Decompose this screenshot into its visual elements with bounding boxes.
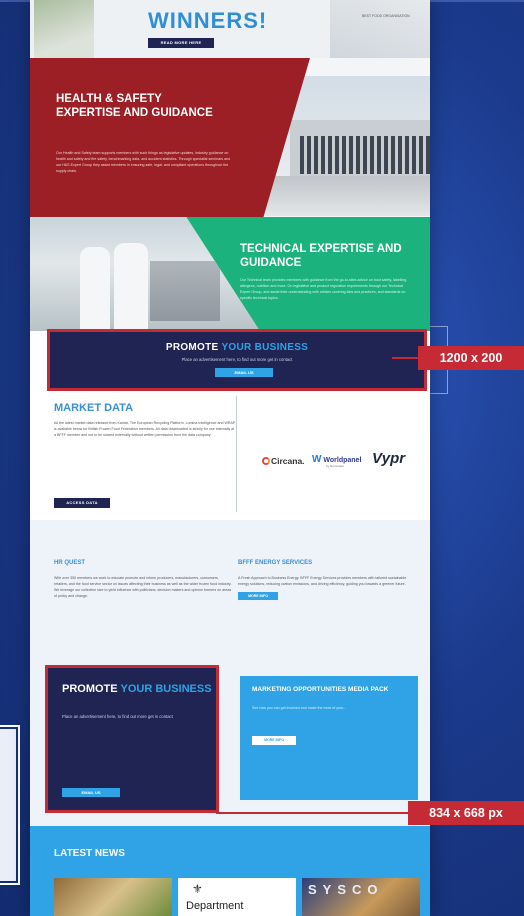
news-thumbnail-food[interactable] [54,878,172,916]
marketing-title: MARKETING OPPORTUNITIES MEDIA PACK [252,686,389,693]
hr-quest-title: HR QUEST [54,560,86,566]
promotions-section: PROMOTE YOUR BUSINESS Place an advertise… [30,638,430,826]
box-callout-line [216,812,410,814]
banner-size-callout: 1200 x 200 [418,346,524,370]
website-mockup: WINNERS! BEST FOOD ORGANISATION READ MOR… [30,0,430,916]
health-safety-title: HEALTH & SAFETY EXPERTISE AND GUIDANCE [56,93,213,119]
hero-image-left [34,0,94,58]
promote-banner-title: PROMOTE YOUR BUSINESS [165,342,309,353]
vypr-logo[interactable]: Vypr [372,450,405,467]
services-section: HR QUEST With over 350 members we work t… [30,520,430,638]
technical-section: TECHNICAL EXPERTISE AND GUIDANCE Our Tec… [30,217,430,331]
winners-hero: WINNERS! BEST FOOD ORGANISATION READ MOR… [30,0,430,58]
energy-services-title: BFFF ENERGY SERVICES [238,560,313,566]
hero-image-right [330,0,430,58]
partner-logos: Circana. W Worldpanel by Numerator Vypr [262,450,422,470]
promote-box-email-button[interactable]: EMAIL US [62,788,120,797]
marketing-body: See how you can get involved and make th… [252,706,347,710]
news-thumbnail-department[interactable]: ⚜ Department [178,878,296,916]
market-data-title: MARKET DATA [54,402,134,414]
promote-box-title: PROMOTE YOUR BUSINESS [62,683,212,695]
circana-logo[interactable]: Circana. [262,456,305,466]
energy-services-body: A Fresh Approach to Business Energy. BFF… [238,576,407,586]
worldpanel-logo[interactable]: W Worldpanel by Numerator [312,454,361,468]
market-data-body: All the latest market data released from… [54,421,236,437]
box-size-callout: 834 x 668 px [408,801,524,825]
promote-box-ad[interactable]: PROMOTE YOUR BUSINESS Place an advertise… [45,665,219,813]
marketing-more-info-button[interactable]: MORE INFO [252,736,296,745]
hero-caption: BEST FOOD ORGANISATION [362,14,410,18]
winners-heading: WINNERS! [148,8,268,33]
latest-news-title: LATEST NEWS [54,848,125,859]
marketing-opportunities-card[interactable]: MARKETING OPPORTUNITIES MEDIA PACK See h… [240,676,418,800]
email-us-button[interactable]: EMAIL US [215,368,273,377]
health-safety-section: HEALTH & SAFETY EXPERTISE AND GUIDANCE O… [30,58,430,222]
promote-banner-subtitle: Place an advertisement here, to find out… [181,357,293,362]
technical-title: TECHNICAL EXPERTISE AND GUIDANCE [240,243,402,269]
market-data-section: MARKET DATA All the latest market data r… [30,392,430,520]
promote-banner-ad[interactable]: PROMOTE YOUR BUSINESS Place an advertise… [47,329,427,391]
read-more-button[interactable]: READ MORE HERE [148,38,214,48]
promote-box-body: Place an advertisement here, to find out… [62,714,173,719]
health-safety-body: Our Health and Safety team supports memb… [56,151,231,173]
access-data-button[interactable]: ACCESS DATA [54,498,110,508]
left-edge-panel [0,725,20,885]
lab-workers-image [30,217,260,331]
crest-icon: ⚜ [192,882,203,896]
banner-callout-line [392,357,420,359]
technical-body: Our Technical team provides members with… [240,278,408,300]
sysco-text: SYSCO [308,882,384,897]
hr-quest-body: With over 350 members we work to educate… [54,576,232,598]
department-text: Department [186,900,244,912]
news-thumbnail-sysco[interactable]: SYSCO [302,878,420,916]
latest-news-section: LATEST NEWS ⚜ Department SYSCO [30,826,430,916]
energy-more-info-button[interactable]: MORE INFO [238,592,278,600]
section-divider [236,396,237,512]
